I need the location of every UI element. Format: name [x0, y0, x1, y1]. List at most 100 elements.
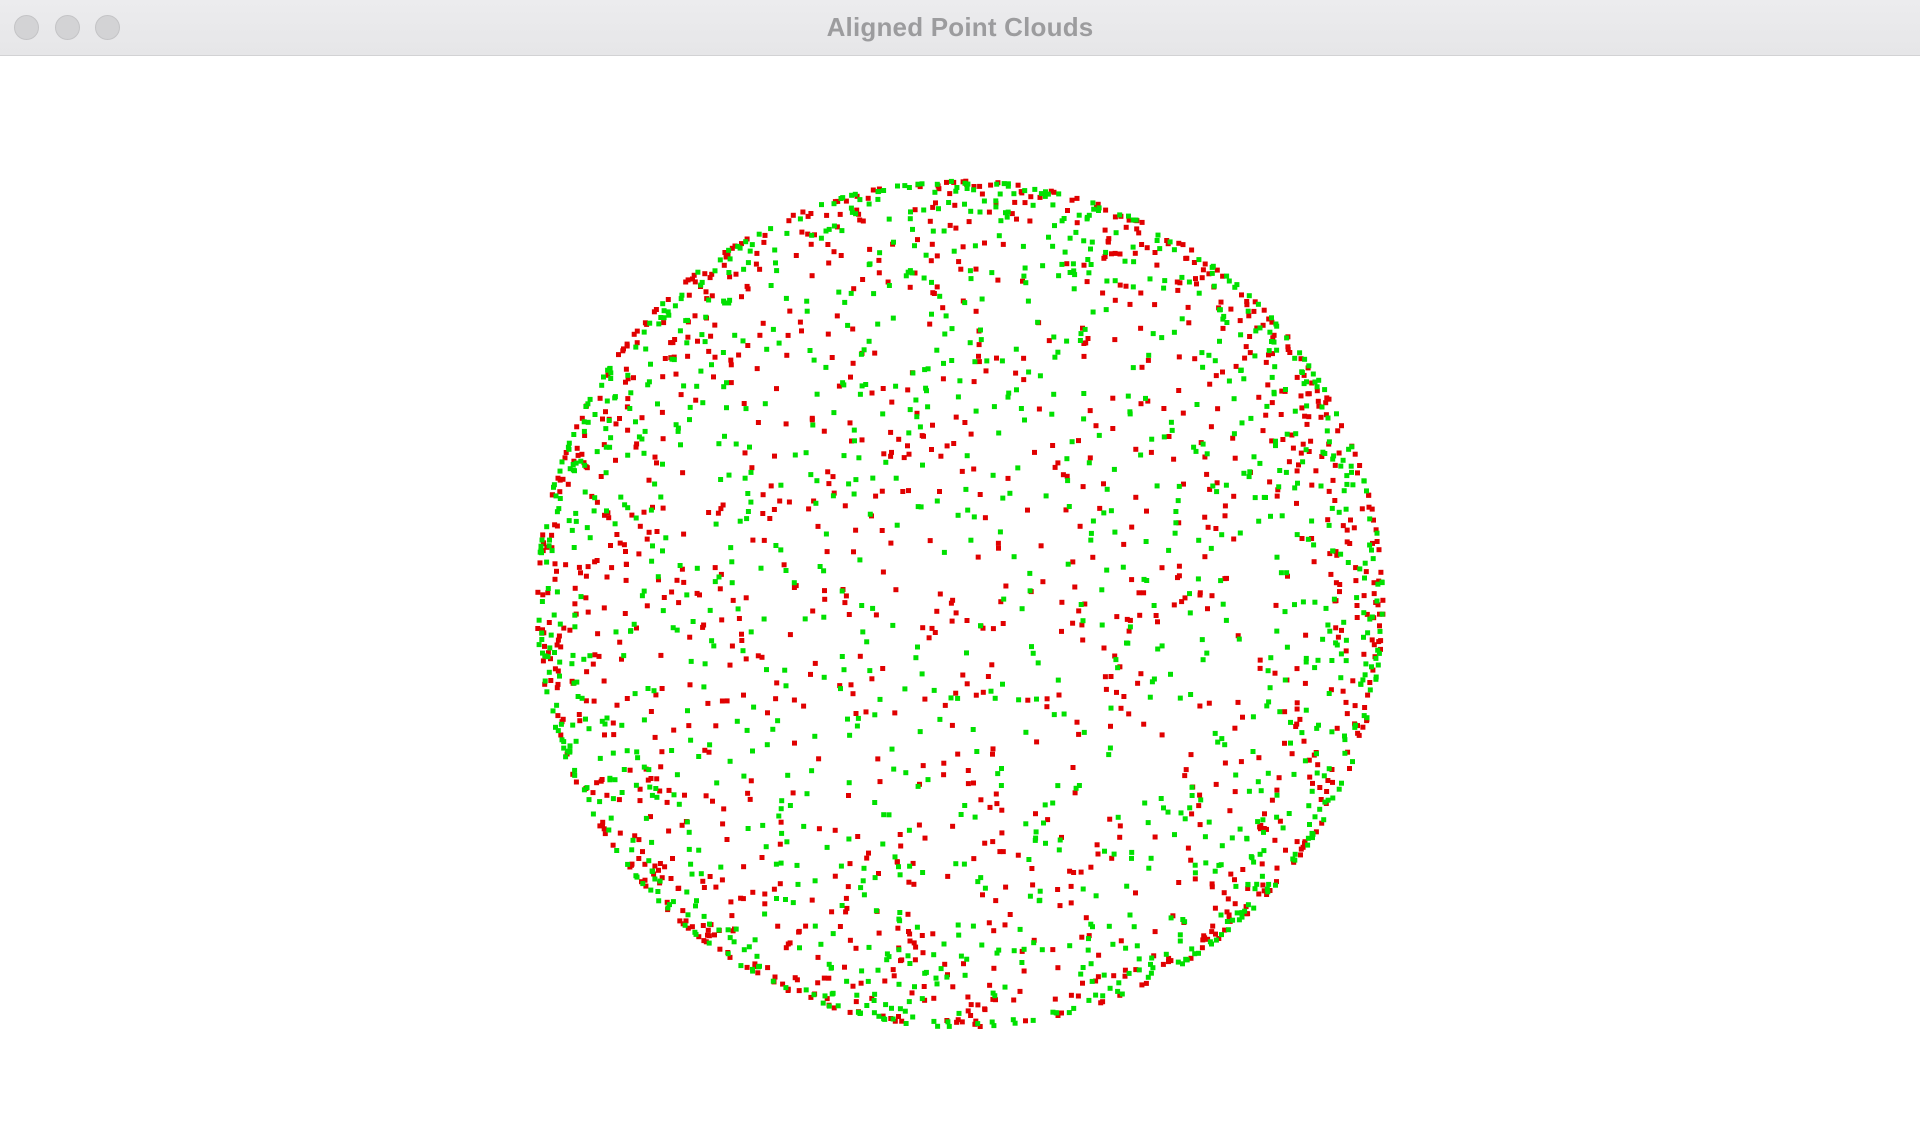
point — [578, 458, 584, 464]
point — [1228, 871, 1234, 877]
point — [1276, 775, 1282, 781]
point — [1145, 820, 1151, 826]
point — [831, 223, 837, 229]
point — [998, 783, 1004, 788]
point — [1255, 779, 1261, 785]
point — [1137, 612, 1143, 618]
point — [1208, 424, 1214, 430]
point — [1088, 537, 1094, 543]
point — [783, 421, 789, 427]
point — [1104, 486, 1110, 492]
point — [1325, 778, 1331, 783]
point — [1050, 202, 1056, 208]
point — [1373, 676, 1379, 682]
point — [1326, 488, 1332, 494]
point-cloud-canvas[interactable] — [0, 57, 1920, 1136]
point — [1318, 414, 1324, 420]
point — [652, 876, 658, 882]
point — [1284, 570, 1290, 576]
point — [1306, 803, 1312, 809]
point — [880, 569, 886, 575]
point — [542, 643, 547, 649]
point — [783, 945, 789, 951]
point — [1118, 705, 1124, 711]
point — [1087, 455, 1093, 461]
point — [641, 717, 647, 723]
point — [745, 260, 751, 266]
point — [1251, 905, 1257, 911]
point — [755, 420, 761, 425]
point — [945, 873, 951, 879]
point — [986, 209, 992, 215]
point — [762, 401, 768, 407]
point-cloud-viewport[interactable] — [0, 57, 1920, 1136]
point — [604, 574, 610, 580]
point — [922, 696, 928, 702]
point — [552, 561, 558, 567]
point — [1361, 634, 1366, 640]
point — [965, 507, 971, 513]
title-bar[interactable]: Aligned Point Clouds — [0, 0, 1920, 56]
point — [539, 630, 545, 636]
point — [1131, 259, 1137, 265]
point — [597, 799, 603, 805]
point — [566, 446, 572, 452]
point — [608, 815, 614, 821]
point — [1329, 729, 1335, 735]
point — [812, 733, 818, 739]
point — [1321, 773, 1327, 779]
point — [1145, 357, 1151, 363]
point — [1136, 590, 1142, 596]
point — [840, 195, 846, 201]
point — [811, 992, 817, 998]
point — [599, 382, 605, 388]
point — [1284, 335, 1290, 341]
point — [1111, 851, 1117, 857]
point — [947, 222, 953, 228]
point — [979, 296, 985, 302]
point — [1197, 703, 1203, 709]
point — [943, 313, 949, 319]
point — [548, 632, 554, 638]
point — [597, 755, 603, 761]
point — [1122, 258, 1128, 264]
point — [1106, 923, 1112, 929]
point — [1213, 781, 1219, 787]
point — [1332, 462, 1338, 468]
point — [667, 902, 672, 908]
point — [806, 506, 812, 512]
point — [619, 790, 625, 795]
point — [1173, 520, 1179, 526]
point — [1297, 716, 1303, 722]
point — [654, 794, 660, 800]
point — [1248, 854, 1254, 860]
point — [1071, 286, 1077, 292]
point — [741, 773, 747, 779]
point — [954, 185, 960, 190]
point — [719, 617, 725, 623]
point — [1219, 736, 1225, 742]
point — [585, 419, 591, 425]
point — [684, 592, 690, 598]
point — [1120, 564, 1126, 570]
point — [915, 783, 921, 789]
point — [1051, 391, 1057, 397]
point — [1311, 559, 1317, 565]
point — [783, 568, 789, 573]
point — [1226, 912, 1232, 918]
point — [775, 718, 781, 724]
point — [703, 314, 709, 320]
point — [1274, 554, 1280, 560]
point — [1269, 400, 1275, 406]
point — [1326, 766, 1332, 772]
point — [617, 416, 622, 421]
point — [773, 260, 778, 266]
point — [655, 401, 660, 407]
point — [1377, 628, 1383, 634]
point — [661, 320, 667, 326]
point — [1369, 664, 1374, 670]
point — [554, 589, 560, 595]
point — [1324, 395, 1330, 401]
point — [953, 414, 959, 420]
point — [1064, 473, 1070, 479]
